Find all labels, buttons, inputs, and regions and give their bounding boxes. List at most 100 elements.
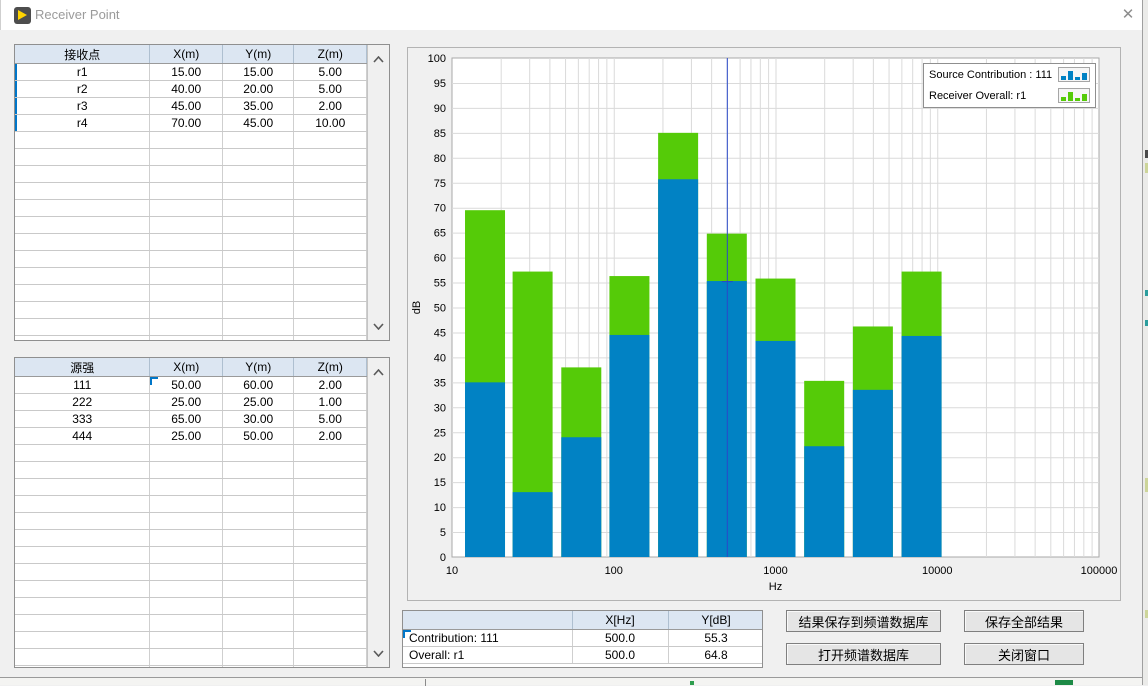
table-cell[interactable]: [294, 649, 367, 666]
table-cell[interactable]: [294, 166, 367, 183]
table-cell[interactable]: [15, 564, 150, 581]
table-cell[interactable]: 25.00: [150, 394, 223, 411]
table-cell[interactable]: 15.00: [222, 64, 294, 81]
table-cell[interactable]: 30.00: [222, 411, 294, 428]
table-cell[interactable]: [150, 302, 223, 319]
table-cell[interactable]: [222, 268, 294, 285]
scroll-down-icon[interactable]: [368, 644, 389, 662]
cursor-readout-table[interactable]: X[Hz]Y[dB]Contribution: 111500.055.3Over…: [402, 610, 763, 668]
table-cell[interactable]: [150, 336, 223, 341]
contribution-bar[interactable]: [561, 437, 601, 557]
table-cell[interactable]: [15, 479, 150, 496]
close-icon[interactable]: ✕: [1113, 0, 1143, 30]
table-cell[interactable]: 65.00: [150, 411, 223, 428]
contribution-bar[interactable]: [658, 179, 698, 557]
table-cell[interactable]: [222, 445, 294, 462]
scroll-down-icon[interactable]: [368, 317, 389, 335]
table-cell[interactable]: [15, 200, 150, 217]
table-cell[interactable]: [150, 462, 223, 479]
table-cell[interactable]: [15, 166, 150, 183]
table-cell[interactable]: 10.00: [294, 115, 367, 132]
save-all-results-button[interactable]: 保存全部结果: [964, 610, 1084, 632]
table-cell[interactable]: 20.00: [222, 81, 294, 98]
table-cell[interactable]: [294, 217, 367, 234]
table-cell[interactable]: [294, 666, 367, 668]
table-cell[interactable]: [150, 479, 223, 496]
table-cell[interactable]: 50.00: [150, 377, 223, 394]
contribution-bar[interactable]: [804, 446, 844, 557]
table-cell[interactable]: [150, 564, 223, 581]
table-cell[interactable]: [294, 200, 367, 217]
table-cell[interactable]: [222, 615, 294, 632]
table-cell[interactable]: [150, 268, 223, 285]
table-cell[interactable]: [15, 285, 150, 302]
table-cell[interactable]: 50.00: [222, 428, 294, 445]
table-cell[interactable]: [150, 183, 223, 200]
table-cell[interactable]: [222, 496, 294, 513]
table-cell[interactable]: [294, 183, 367, 200]
table-cell[interactable]: [294, 132, 367, 149]
table-cell[interactable]: [222, 234, 294, 251]
table-cell[interactable]: [15, 496, 150, 513]
table-cell[interactable]: [294, 530, 367, 547]
table-cell[interactable]: [150, 319, 223, 336]
table-cell[interactable]: r4: [15, 115, 150, 132]
table-cell[interactable]: [15, 149, 150, 166]
table-cell[interactable]: [150, 666, 223, 668]
table-cell[interactable]: 35.00: [222, 98, 294, 115]
table-cell[interactable]: [294, 547, 367, 564]
table-cell[interactable]: Overall: r1: [403, 647, 572, 664]
spectrum-bar-chart[interactable]: 0510152025303540455055606570758085909510…: [407, 47, 1121, 601]
table-cell[interactable]: [294, 632, 367, 649]
contribution-bar[interactable]: [513, 492, 553, 557]
table-cell[interactable]: [150, 200, 223, 217]
table-cell[interactable]: [294, 615, 367, 632]
table-cell[interactable]: 60.00: [222, 377, 294, 394]
table-cell[interactable]: [294, 302, 367, 319]
table-cell[interactable]: [222, 319, 294, 336]
table-cell[interactable]: [294, 496, 367, 513]
table-cell[interactable]: [222, 649, 294, 666]
table-cell[interactable]: [15, 183, 150, 200]
table-cell[interactable]: [294, 581, 367, 598]
table-cell[interactable]: [222, 581, 294, 598]
table-cell[interactable]: 2.00: [294, 428, 367, 445]
table-cell[interactable]: [222, 217, 294, 234]
table-cell[interactable]: 40.00: [150, 81, 223, 98]
table-cell[interactable]: r3: [15, 98, 150, 115]
table-cell[interactable]: [15, 462, 150, 479]
table-cell[interactable]: [222, 564, 294, 581]
table-cell[interactable]: [150, 581, 223, 598]
table-cell[interactable]: 15.00: [150, 64, 223, 81]
legend-item-overall[interactable]: Receiver Overall: r1: [924, 85, 1095, 106]
table-cell[interactable]: [222, 632, 294, 649]
table-cell[interactable]: 111: [15, 377, 150, 394]
table-cell[interactable]: 5.00: [294, 64, 367, 81]
table-cell[interactable]: [222, 166, 294, 183]
table-cell[interactable]: [15, 132, 150, 149]
source-strength-table[interactable]: 源强X(m)Y(m)Z(m)11150.0060.002.0022225.002…: [14, 357, 390, 668]
table-cell[interactable]: [15, 268, 150, 285]
table-cell[interactable]: [222, 479, 294, 496]
table-cell[interactable]: 2.00: [294, 98, 367, 115]
table-cell[interactable]: [222, 149, 294, 166]
table-cell[interactable]: [150, 166, 223, 183]
table-cell[interactable]: Contribution: 111: [403, 630, 572, 647]
open-spectrum-db-button[interactable]: 打开频谱数据库: [786, 643, 941, 665]
table-cell[interactable]: [150, 649, 223, 666]
table-cell[interactable]: 333: [15, 411, 150, 428]
table-cell[interactable]: [15, 615, 150, 632]
table-cell[interactable]: 2.00: [294, 377, 367, 394]
table-cell[interactable]: [150, 234, 223, 251]
table-cell[interactable]: [222, 513, 294, 530]
table-cell[interactable]: [294, 251, 367, 268]
table-cell[interactable]: [222, 530, 294, 547]
table-cell[interactable]: [222, 666, 294, 668]
table-cell[interactable]: [15, 666, 150, 668]
chart-legend[interactable]: Source Contribution : 111 Receiver Overa…: [923, 63, 1096, 108]
bar-plot-style-icon[interactable]: [1058, 67, 1090, 82]
table-cell[interactable]: 500.0: [572, 630, 668, 647]
table-cell[interactable]: [294, 564, 367, 581]
close-window-button[interactable]: 关闭窗口: [964, 643, 1084, 665]
table-cell[interactable]: [150, 598, 223, 615]
